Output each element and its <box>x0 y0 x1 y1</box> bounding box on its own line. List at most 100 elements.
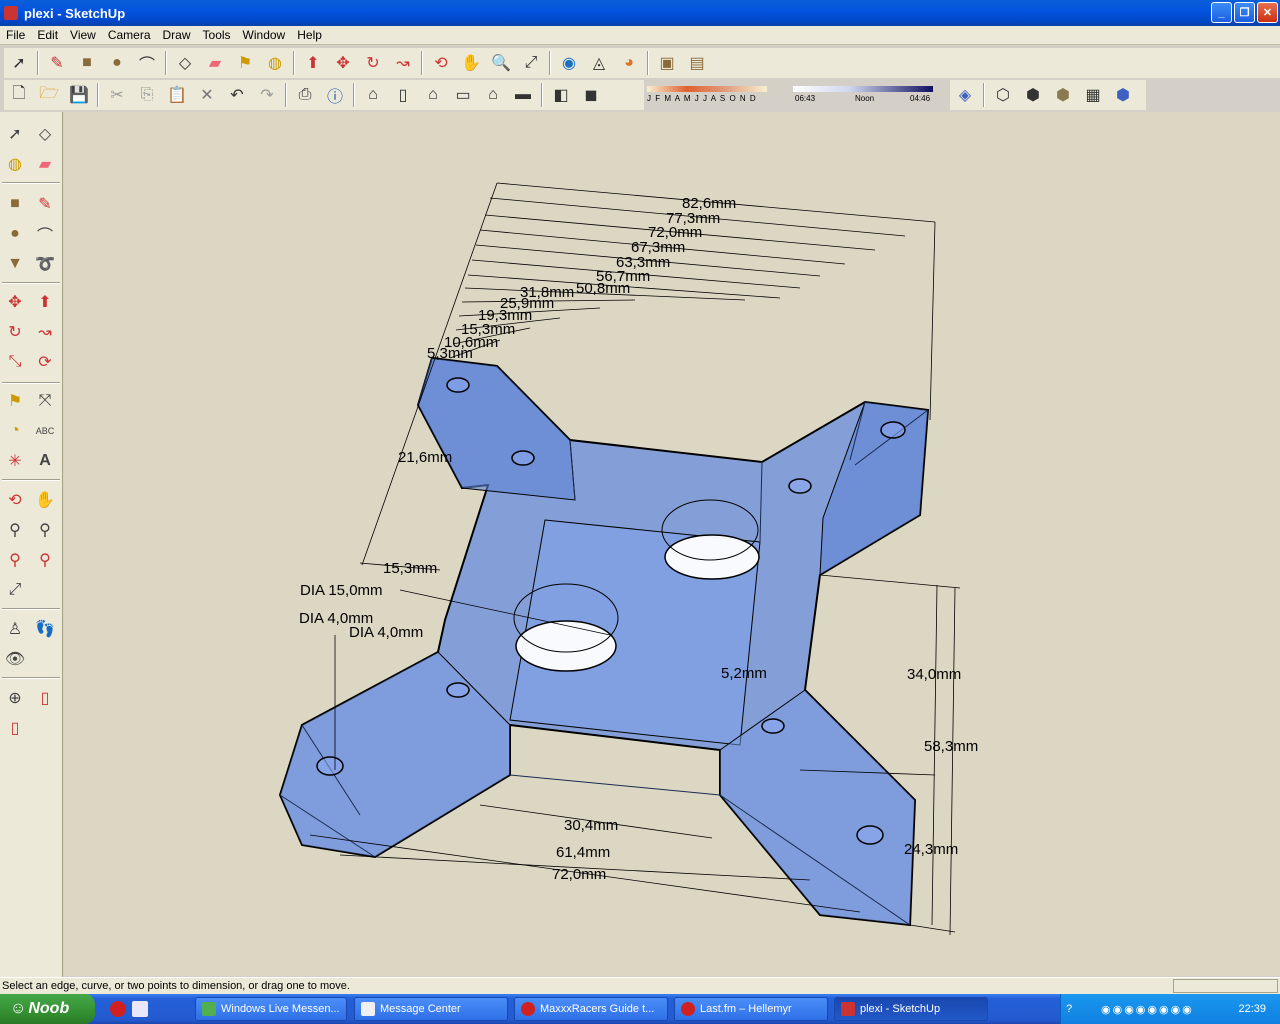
task-sketchup[interactable]: plexi - SketchUp <box>834 997 988 1021</box>
paint-tool-icon[interactable]: ◍ <box>3 152 27 176</box>
section-plane-icon[interactable]: ⊕ <box>3 686 27 710</box>
start-button[interactable]: ☺ Noob <box>0 994 95 1024</box>
right-view-icon[interactable]: ▭ <box>450 82 476 108</box>
eraser-icon[interactable]: ▰ <box>202 50 228 76</box>
google-earth-icon[interactable]: ◉ <box>556 50 582 76</box>
previous-view-icon[interactable]: ⚲ <box>3 548 27 572</box>
rotate-icon[interactable]: ↻ <box>360 50 386 76</box>
protractor-tool-icon[interactable]: ◔ <box>3 419 27 443</box>
save-icon[interactable]: 💾 <box>66 82 92 108</box>
make-component-icon[interactable]: ◇ <box>172 50 198 76</box>
shadow-timeline[interactable]: J F M A M J J A S O N D 06:43 Noon 04:46 <box>645 84 935 106</box>
arc-icon[interactable]: ⌒ <box>134 50 160 76</box>
cut-icon[interactable]: ✂ <box>104 82 130 108</box>
zoom-extents-tool-icon[interactable]: ⤢ <box>3 578 27 602</box>
toggle-terrain-icon[interactable]: ◬ <box>586 50 612 76</box>
front-view-icon[interactable]: ⌂ <box>420 82 446 108</box>
copy-icon[interactable]: ⎘ <box>134 82 160 108</box>
paste-icon[interactable]: 📋 <box>164 82 190 108</box>
polygon-tool-icon[interactable]: ▼ <box>3 252 27 276</box>
model-viewport[interactable]: 82,6mm 77,3mm 72,0mm 67,3mm 63,3mm 56,7m… <box>64 112 1280 976</box>
menu-edit[interactable]: Edit <box>31 28 64 42</box>
text-tool-icon[interactable]: ABC <box>33 419 57 443</box>
move-icon[interactable]: ✥ <box>330 50 356 76</box>
menu-draw[interactable]: Draw <box>157 28 197 42</box>
rectangle-icon[interactable]: ■ <box>74 50 100 76</box>
redo-icon[interactable]: ↷ <box>254 82 280 108</box>
quick-launch-explorer-icon[interactable] <box>132 1001 148 1017</box>
walk-icon[interactable]: 👣 <box>33 617 57 641</box>
xray-icon[interactable]: ◈ <box>952 82 978 108</box>
wireframe-icon[interactable]: ⬡ <box>990 82 1016 108</box>
close-button[interactable]: ✕ <box>1257 2 1278 23</box>
dimension-tool-icon[interactable]: ⤧ <box>33 389 57 413</box>
section-cut-icon[interactable]: ▯ <box>3 716 27 740</box>
zoom-extents-icon[interactable]: ⤢ <box>518 50 544 76</box>
axes-tool-icon[interactable]: ✳ <box>3 449 27 473</box>
shaded-textures-icon[interactable]: ▦ <box>1080 82 1106 108</box>
back-view-icon[interactable]: ⌂ <box>480 82 506 108</box>
zoom-tool-icon[interactable]: ⚲ <box>3 518 27 542</box>
pan-icon[interactable]: ✋ <box>458 50 484 76</box>
shadow-settings-icon[interactable]: ◧ <box>548 82 574 108</box>
zoom-icon[interactable]: 🔍 <box>488 50 514 76</box>
quick-launch-opera-icon[interactable] <box>110 1001 126 1017</box>
place-model-icon[interactable]: ◕ <box>616 50 642 76</box>
tray-icons[interactable]: ◉◉◉◉◉◉◉◉ <box>1101 1003 1194 1016</box>
top-view-icon[interactable]: ▯ <box>390 82 416 108</box>
erase-icon[interactable]: ✕ <box>194 82 220 108</box>
task-messenger[interactable]: Windows Live Messen... <box>195 997 347 1021</box>
left-view-icon[interactable]: ▬ <box>510 82 536 108</box>
undo-icon[interactable]: ↶ <box>224 82 250 108</box>
freehand-tool-icon[interactable]: ➰ <box>33 252 57 276</box>
task-maxxxracers[interactable]: MaxxxRacers Guide t... <box>514 997 668 1021</box>
next-view-icon[interactable]: ⚲ <box>33 548 57 572</box>
look-around-icon[interactable]: 👁 <box>3 647 27 671</box>
tape-measure-icon[interactable]: ⚑ <box>232 50 258 76</box>
follow-me-icon[interactable]: ↝ <box>390 50 416 76</box>
pan-tool-icon[interactable]: ✋ <box>33 488 57 512</box>
line-tool-icon[interactable]: ✎ <box>33 192 57 216</box>
share-model-icon[interactable]: ▤ <box>684 50 710 76</box>
offset-tool-icon[interactable]: ⟳ <box>33 350 57 374</box>
tape-tool-icon[interactable]: ⚑ <box>3 389 27 413</box>
menu-view[interactable]: View <box>64 28 102 42</box>
move-tool-icon[interactable]: ✥ <box>3 290 27 314</box>
circle-tool-icon[interactable]: ● <box>3 222 27 246</box>
orbit-tool-icon[interactable]: ⟲ <box>3 488 27 512</box>
eraser-tool-icon[interactable]: ▰ <box>33 152 57 176</box>
hidden-line-icon[interactable]: ⬢ <box>1020 82 1046 108</box>
push-pull-icon[interactable]: ⬆ <box>300 50 326 76</box>
new-file-icon[interactable]: 🗋 <box>6 82 32 108</box>
followme-tool-icon[interactable]: ↝ <box>33 320 57 344</box>
pushpull-tool-icon[interactable]: ⬆ <box>33 290 57 314</box>
pencil-icon[interactable]: ✎ <box>44 50 70 76</box>
minimize-button[interactable]: _ <box>1211 2 1232 23</box>
menu-help[interactable]: Help <box>291 28 328 42</box>
arc-tool-icon[interactable]: ⌒ <box>33 222 57 246</box>
print-icon[interactable]: ⎙ <box>292 82 318 108</box>
open-folder-icon[interactable]: 🗁 <box>36 82 62 108</box>
3dtext-tool-icon[interactable]: A <box>33 449 57 473</box>
paint-bucket-icon[interactable]: ◍ <box>262 50 288 76</box>
menu-camera[interactable]: Camera <box>102 28 157 42</box>
position-camera-icon[interactable]: ♙ <box>3 617 27 641</box>
orbit-icon[interactable]: ⟲ <box>428 50 454 76</box>
menu-tools[interactable]: Tools <box>197 28 237 42</box>
zoom-window-tool-icon[interactable]: ⚲ <box>33 518 57 542</box>
task-lastfm[interactable]: Last.fm – Hellemyr <box>674 997 828 1021</box>
select-icon[interactable]: ➚ <box>6 50 32 76</box>
circle-icon[interactable]: ● <box>104 50 130 76</box>
help-icon[interactable]: ? <box>1066 1003 1072 1015</box>
restore-button[interactable]: ❐ <box>1234 2 1255 23</box>
component-tool-icon[interactable]: ◇ <box>33 122 57 146</box>
select-tool-icon[interactable]: ➚ <box>3 122 27 146</box>
get-models-icon[interactable]: ▣ <box>654 50 680 76</box>
scale-tool-icon[interactable]: ⤡ <box>3 350 27 374</box>
rotate-tool-icon[interactable]: ↻ <box>3 320 27 344</box>
iso-view-icon[interactable]: ⌂ <box>360 82 386 108</box>
measurements-box[interactable] <box>1173 979 1278 993</box>
model-info-icon[interactable]: ⓘ <box>322 82 348 108</box>
monochrome-icon[interactable]: ⬢ <box>1110 82 1136 108</box>
rectangle-tool-icon[interactable]: ■ <box>3 192 27 216</box>
